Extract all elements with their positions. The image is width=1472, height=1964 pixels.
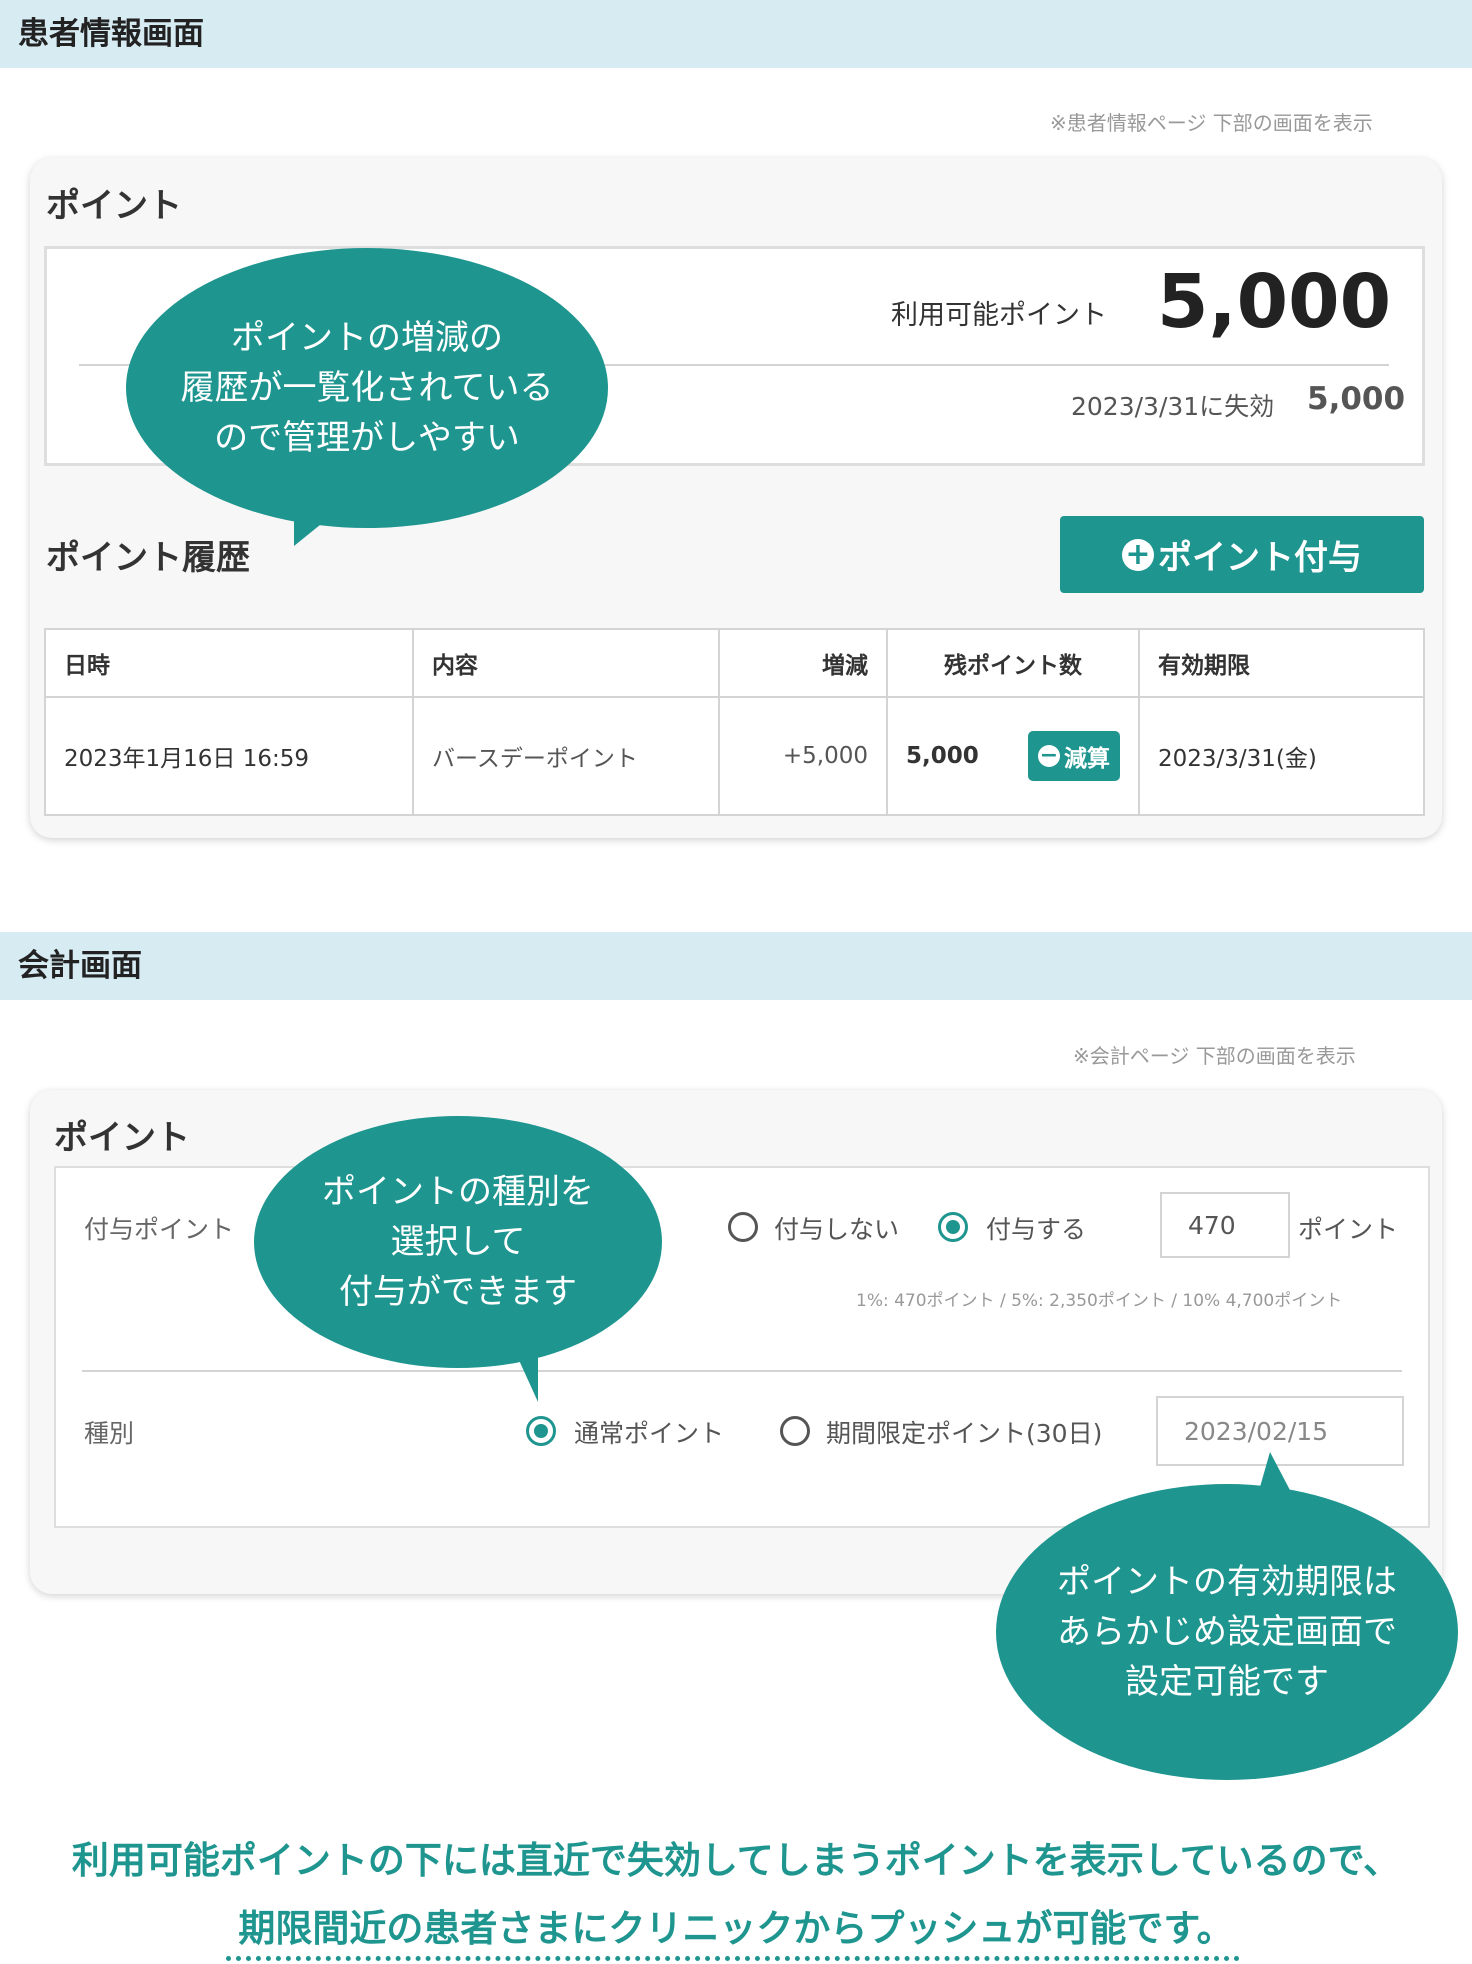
col-balance: 残ポイント数 [886, 628, 1140, 698]
table-header-row: 日時 内容 増減 残ポイント数 有効期限 [44, 628, 1425, 698]
cell-change: +5,000 [718, 696, 888, 816]
patient-note: ※患者情報ページ 下部の画面を表示 [1050, 111, 1373, 135]
expiry-date-value: 2023/02/15 [1184, 1416, 1329, 1446]
balance-value: 5,000 [906, 743, 979, 769]
radio-grant-label[interactable]: 付与する [986, 1210, 1086, 1246]
section-header-accounting: 会計画面 [0, 932, 1472, 1000]
add-points-button[interactable]: + ポイント付与 [1060, 516, 1424, 593]
callout-expiry: ポイントの有効期限は あらかじめ設定画面で 設定可能です [996, 1484, 1458, 1780]
radio-normal-point[interactable] [526, 1416, 556, 1446]
col-change: 増減 [718, 628, 888, 698]
cell-content: バースデーポイント [412, 696, 720, 816]
cell-datetime: 2023年1月16日 16:59 [44, 696, 414, 816]
callout-history: ポイントの増減の 履歴が一覧化されている ので管理がしやすい [126, 248, 608, 528]
history-title: ポイント履歴 [46, 538, 250, 578]
col-expiry: 有効期限 [1138, 628, 1425, 698]
plus-icon: + [1122, 538, 1154, 571]
radio-limited-point[interactable] [780, 1416, 810, 1446]
cell-expiry: 2023/3/31(金) [1138, 696, 1425, 816]
expiry-label: 2023/3/31に失効 [1071, 392, 1275, 421]
reduce-button[interactable]: − 減算 [1028, 731, 1120, 781]
section-title: 会計画面 [18, 948, 142, 984]
card-title: ポイント [46, 186, 182, 226]
cell-balance: 5,000 − 減算 [886, 696, 1140, 816]
divider [82, 1370, 1402, 1372]
points-input-value: 470 [1188, 1210, 1236, 1240]
history-table: 日時 内容 増減 残ポイント数 有効期限 2023年1月16日 16:59 バー… [44, 628, 1425, 816]
add-points-label: ポイント付与 [1158, 538, 1362, 578]
minus-icon: − [1038, 743, 1060, 768]
radio-no-grant[interactable] [728, 1212, 758, 1242]
footer-line-2: 期限間近の患者さまにクリニックからプッシュが可能です。 [238, 1907, 1234, 1950]
col-content: 内容 [412, 628, 720, 698]
card-title: ポイント [54, 1118, 190, 1158]
footer-line-1: 利用可能ポイントの下には直近で失効してしまうポイントを表示しているので、 [71, 1839, 1401, 1882]
callout-type: ポイントの種別を 選択して 付与ができます [254, 1116, 662, 1368]
grant-label: 付与ポイント [84, 1215, 235, 1244]
radio-no-grant-label[interactable]: 付与しない [774, 1210, 899, 1246]
points-input[interactable]: 470 [1160, 1192, 1290, 1258]
expiry-value: 5,000 [1307, 381, 1406, 417]
radio-normal-point-label[interactable]: 通常ポイント [574, 1414, 724, 1450]
section-title: 患者情報画面 [18, 16, 204, 52]
available-label: 利用可能ポイント [891, 300, 1107, 331]
table-row: 2023年1月16日 16:59 バースデーポイント +5,000 5,000 … [44, 696, 1425, 816]
callout-history-tail [294, 512, 336, 546]
reduce-label: 減算 [1064, 746, 1110, 772]
section-header-patient: 患者情報画面 [0, 0, 1472, 68]
available-value: 5,000 [1157, 259, 1392, 345]
type-label: 種別 [84, 1419, 135, 1448]
accounting-note: ※会計ページ 下部の画面を表示 [1073, 1044, 1356, 1068]
points-unit: ポイント [1298, 1215, 1399, 1244]
callout-type-tail [518, 1358, 538, 1402]
points-hint: 1%: 470ポイント / 5%: 2,350ポイント / 10% 4,700ポ… [856, 1291, 1343, 1311]
footer-underline [226, 1956, 1240, 1962]
radio-grant[interactable] [938, 1212, 968, 1242]
col-datetime: 日時 [44, 628, 414, 698]
radio-limited-point-label[interactable]: 期間限定ポイント(30日) [826, 1414, 1102, 1450]
